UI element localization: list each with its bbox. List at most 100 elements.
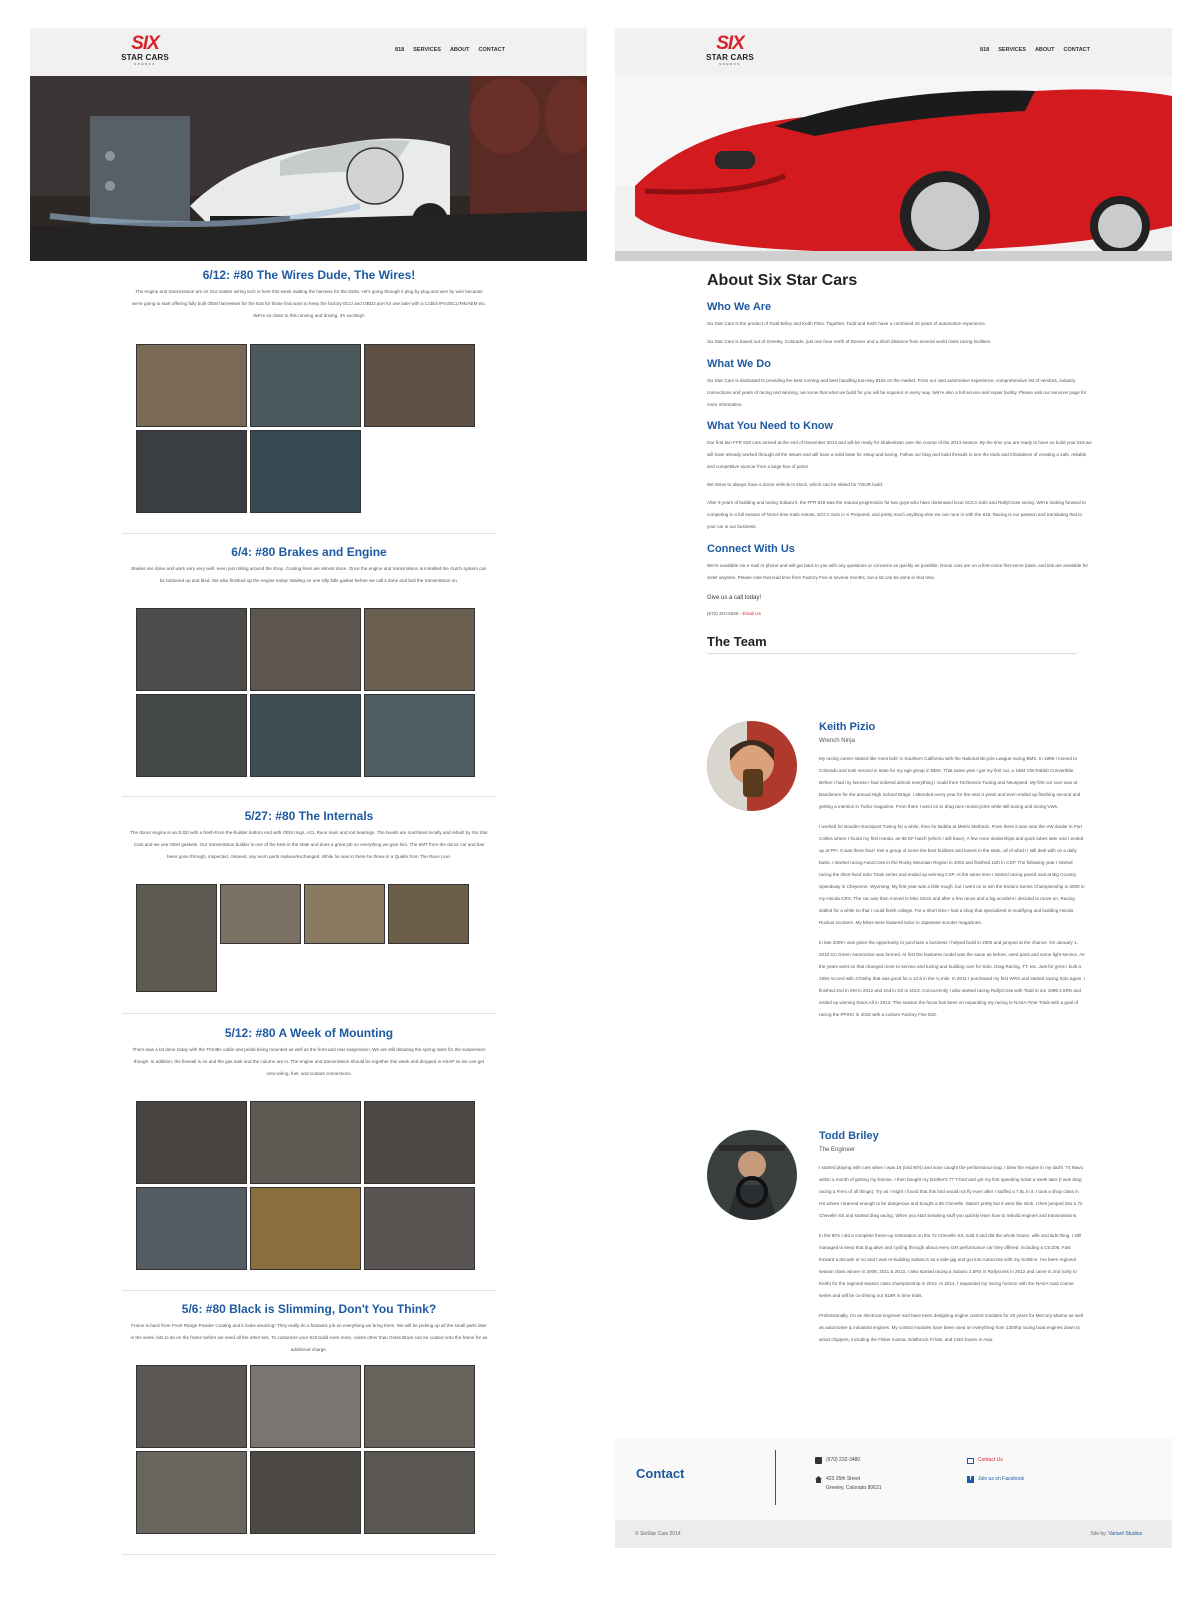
- phone-number[interactable]: (970) 310-5346: [707, 611, 738, 616]
- gallery-photo[interactable]: [136, 1451, 247, 1534]
- gallery-photo[interactable]: [388, 884, 469, 944]
- gallery-photo[interactable]: [136, 608, 247, 691]
- gallery-photo[interactable]: [364, 694, 475, 777]
- post-body: Brakes are done and work very very well,…: [131, 566, 487, 583]
- contact-phone[interactable]: (970) 232-3480: [826, 1456, 860, 1465]
- gallery-photo[interactable]: [364, 1101, 475, 1184]
- gallery-photo[interactable]: [250, 1101, 361, 1184]
- divider: [775, 1450, 776, 1505]
- main-nav: 818 SERVICES ABOUT CONTACT: [980, 47, 1090, 53]
- member-role: Wrench Ninja: [819, 738, 855, 744]
- blog-page: SIX STAR CARS SRBNCS 818 SERVICES ABOUT …: [30, 28, 587, 1603]
- bio-paragraph: In late 2009 I was given the opportunity…: [819, 940, 1085, 1017]
- gallery-photo[interactable]: [250, 694, 361, 777]
- gallery-photo[interactable]: [364, 608, 475, 691]
- gallery-photo[interactable]: [136, 1187, 247, 1270]
- photo-gallery-4: [136, 1101, 476, 1270]
- what-we-do-text: Six Star Cars is dedicated to providing …: [707, 378, 1087, 407]
- credits: Site by: Variant Studios: [1090, 1531, 1142, 1537]
- about-page: SIX STAR CARS SRBNCS 818 SERVICES ABOUT …: [615, 28, 1172, 1588]
- who-we-are-text-2: Six Star Cars is based out of Greeley, C…: [707, 339, 992, 344]
- gallery-photo[interactable]: [250, 608, 361, 691]
- bio-paragraph: I started playing with cars when I was 1…: [819, 1165, 1084, 1218]
- divider: [707, 653, 1077, 654]
- logo-subline: SRBNCS: [719, 62, 741, 66]
- blog-post-1: 6/12: #80 The Wires Dude, The Wires! The…: [122, 266, 496, 322]
- nav-818[interactable]: 818: [395, 47, 404, 53]
- contact-address-1: 423 25th Street: [826, 1476, 861, 1482]
- gallery-photo[interactable]: [250, 1365, 361, 1448]
- divider: [122, 1013, 496, 1014]
- logo-name: STAR CARS: [706, 53, 754, 62]
- call-today: Give us a call today!: [707, 595, 762, 601]
- hero-image-white-car: [30, 76, 587, 261]
- post-title[interactable]: 6/4: #80 Brakes and Engine: [122, 543, 496, 561]
- contact-details: (970) 232-3480 423 25th Street Greeley, …: [815, 1456, 882, 1493]
- nav-services[interactable]: SERVICES: [998, 47, 1026, 53]
- post-body: The donor engine is an EJ20 with a fresh…: [130, 830, 488, 859]
- photo-gallery-1: [136, 344, 476, 513]
- site-by-label: Site by:: [1090, 1531, 1108, 1537]
- contact-address-2: Greeley, Colorado 80631: [826, 1485, 882, 1491]
- blog-post-4: 5/12: #80 A Week of Mounting There was a…: [122, 1024, 496, 1080]
- hero-image-red-car: [615, 76, 1172, 261]
- divider: [122, 1290, 496, 1291]
- gallery-photo[interactable]: [364, 1451, 475, 1534]
- need-to-know-text: Our first two FFR 818 cars arrived at th…: [707, 440, 1092, 469]
- post-title[interactable]: 5/27: #80 The Internals: [122, 807, 496, 825]
- blog-post-3: 5/27: #80 The Internals The donor engine…: [122, 807, 496, 863]
- nav-contact[interactable]: CONTACT: [1064, 47, 1090, 53]
- blog-post-2: 6/4: #80 Brakes and Engine Brakes are do…: [122, 543, 496, 587]
- gallery-photo[interactable]: [304, 884, 385, 944]
- gallery-photo[interactable]: [136, 430, 247, 513]
- bio-paragraph: I worked for Boulder Eurosport Tuning fo…: [819, 824, 1085, 925]
- studio-link[interactable]: Variant Studios: [1108, 1531, 1142, 1537]
- gallery-photo[interactable]: [136, 344, 247, 427]
- nav-818[interactable]: 818: [980, 47, 989, 53]
- member-role: The Engineer: [819, 1147, 856, 1153]
- post-title[interactable]: 5/12: #80 A Week of Mounting: [122, 1024, 496, 1042]
- contact-us-link[interactable]: Contact Us: [978, 1456, 1003, 1465]
- contact-line: (970) 310-5346 - Email Us: [707, 611, 761, 616]
- nav-services[interactable]: SERVICES: [413, 47, 441, 53]
- bio-paragraph: In the 90's I did a complete frame-up re…: [819, 1233, 1082, 1298]
- mail-icon: [967, 1457, 974, 1464]
- post-title[interactable]: 6/12: #80 The Wires Dude, The Wires!: [122, 266, 496, 284]
- gallery-photo[interactable]: [220, 884, 301, 944]
- nav-contact[interactable]: CONTACT: [479, 47, 505, 53]
- site-header: SIX STAR CARS SRBNCS 818 SERVICES ABOUT …: [30, 28, 587, 76]
- gallery-photo[interactable]: [250, 1187, 361, 1270]
- divider: [122, 796, 496, 797]
- need-to-know-heading: What You Need to Know: [707, 420, 834, 432]
- photo-gallery-2: [136, 608, 476, 777]
- site-logo[interactable]: SIX STAR CARS SRBNCS: [118, 34, 172, 69]
- page-title: About Six Star Cars: [707, 272, 858, 289]
- photo-gallery-3: [136, 884, 476, 992]
- gallery-photo[interactable]: [136, 694, 247, 777]
- gallery-photo[interactable]: [250, 1451, 361, 1534]
- gallery-photo[interactable]: [250, 430, 361, 513]
- logo-name: STAR CARS: [121, 53, 169, 62]
- nav-about[interactable]: ABOUT: [1035, 47, 1055, 53]
- bio-paragraph: My racing career started like most kids'…: [819, 756, 1081, 809]
- gallery-photo[interactable]: [136, 884, 217, 992]
- gallery-photo[interactable]: [136, 1101, 247, 1184]
- site-logo[interactable]: SIX STAR CARS SRBNCS: [703, 34, 757, 69]
- facebook-link[interactable]: Join us on Facebook: [978, 1475, 1024, 1484]
- email-link[interactable]: Email Us: [743, 611, 761, 616]
- photo-gallery-5: [136, 1365, 476, 1534]
- nav-about[interactable]: ABOUT: [450, 47, 470, 53]
- member-bio: Todd Briley The Engineer I started playi…: [819, 1130, 1085, 1354]
- who-we-are-text: Six Star Cars is the product of Todd Bri…: [707, 321, 987, 326]
- gallery-photo[interactable]: [364, 1365, 475, 1448]
- gallery-photo[interactable]: [136, 1365, 247, 1448]
- gallery-photo[interactable]: [364, 1187, 475, 1270]
- need-to-know-text-3: After 9 years of building and racing Sub…: [707, 500, 1086, 529]
- post-title[interactable]: 5/6: #80 Black is Slimming, Don't You Th…: [122, 1300, 496, 1318]
- connect-text: We're available via e-mail or phone and …: [707, 563, 1088, 580]
- facebook-icon: f: [967, 1476, 974, 1483]
- connect-heading: Connect With Us: [707, 543, 795, 555]
- gallery-photo[interactable]: [250, 344, 361, 427]
- gallery-photo[interactable]: [364, 344, 475, 427]
- post-body: There was a lot done today with the Thro…: [132, 1047, 486, 1076]
